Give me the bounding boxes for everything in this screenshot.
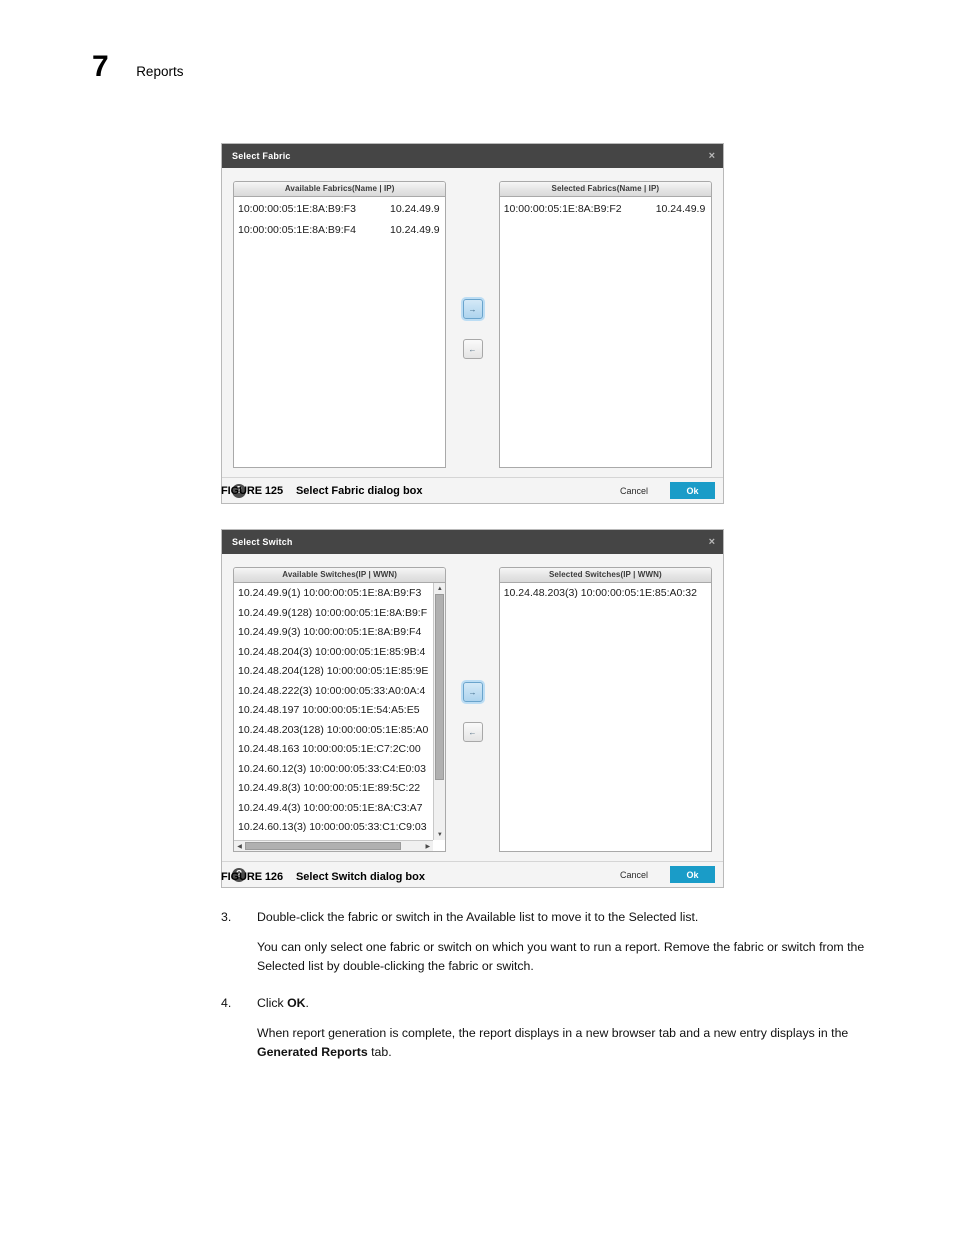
paragraph-before: When report generation is complete, the … (257, 1026, 849, 1041)
list-item[interactable]: 10.24.49.9(3) 10:00:00:05:1E:8A:B9:F4 (238, 623, 433, 643)
available-fabrics-header: Available Fabrics(Name | IP) (234, 182, 446, 197)
move-right-button[interactable]: → (462, 682, 483, 702)
fabric-ip: 10.24.49.9 (390, 224, 440, 236)
scroll-up-icon[interactable]: ▲ (434, 583, 446, 594)
dialog-title: Select Switch (232, 537, 293, 547)
step-text-before: Click (257, 996, 288, 1011)
step-number: 3. (221, 910, 232, 924)
move-left-button[interactable]: ← (462, 339, 483, 359)
dialog-title: Select Fabric (232, 151, 291, 161)
figure-label: FIGURE 126 (221, 871, 283, 883)
horizontal-scroll-thumb[interactable] (245, 842, 402, 850)
list-item[interactable]: 10.24.49.9(1) 10:00:00:05:1E:8A:B9:F3 (238, 584, 433, 604)
list-item[interactable]: 10:00:00:05:1E:8A:B9:F3 10.24.49.9 (238, 199, 445, 220)
step-3-paragraph: You can only select one fabric or switch… (257, 940, 865, 974)
scroll-right-icon[interactable]: ▶ (422, 841, 433, 851)
scroll-left-icon[interactable]: ◀ (234, 841, 245, 851)
chapter-title: Reports (136, 64, 184, 79)
scroll-down-icon[interactable]: ▼ (434, 829, 446, 840)
chapter-number: 7 (92, 50, 109, 83)
paragraph-after: tab. (367, 1045, 392, 1060)
cancel-button[interactable]: Cancel (620, 870, 648, 880)
step-3: 3. Double-click the fabric or switch in … (221, 908, 871, 927)
available-fabrics-panel: Available Fabrics(Name | IP) 10:00:00:05… (233, 181, 447, 468)
ok-button[interactable]: Ok (670, 866, 715, 883)
dialog-body: Available Switches(IP | WWN) 10.24.49.9(… (222, 554, 723, 852)
page-header: 7 Reports (92, 52, 183, 82)
selected-switches-list[interactable]: 10.24.48.203(3) 10:00:00:05:1E:85:A0:32 (499, 583, 712, 851)
fabric-ip: 10.24.49.9 (655, 203, 706, 215)
vertical-scroll-thumb[interactable] (435, 594, 445, 780)
ok-button[interactable]: Ok (670, 482, 715, 499)
select-switch-dialog: Select Switch × Available Switches(IP | … (221, 529, 724, 888)
list-item[interactable]: 10.24.48.203(128) 10:00:00:05:1E:85:A0 (238, 721, 433, 741)
list-item[interactable]: 10:00:00:05:1E:8A:B9:F4 10.24.49.9 (238, 220, 445, 241)
dialog-titlebar: Select Switch × (222, 530, 723, 554)
step-text: Click OK. (257, 994, 871, 1013)
select-fabric-dialog: Select Fabric × Available Fabrics(Name |… (221, 143, 724, 504)
fabric-name: 10:00:00:05:1E:8A:B9:F4 (238, 224, 356, 236)
vertical-scrollbar[interactable]: ▲ ▼ (433, 583, 446, 840)
selected-fabrics-list[interactable]: 10:00:00:05:1E:8A:B9:F2 10.24.49.9 (499, 197, 712, 467)
available-fabrics-list[interactable]: 10:00:00:05:1E:8A:B9:F3 10.24.49.9 10:00… (234, 197, 446, 467)
list-item[interactable]: 10.24.60.12(3) 10:00:00:05:33:C4:E0:03 (238, 760, 433, 780)
fabric-name: 10:00:00:05:1E:8A:B9:F2 (503, 203, 622, 215)
fabric-name: 10:00:00:05:1E:8A:B9:F3 (238, 203, 356, 215)
paragraph-bold: Generated Reports (257, 1045, 368, 1060)
list-item[interactable]: 10.24.60.13(3) 10:00:00:05:33:C1:C9:03 (238, 818, 433, 838)
step-text: Double-click the fabric or switch in the… (257, 910, 699, 924)
list-item[interactable]: 10.24.49.4(3) 10:00:00:05:1E:8A:C3:A7 (238, 799, 433, 819)
step-number: 4. (221, 996, 232, 1011)
move-right-button[interactable]: → (462, 299, 483, 319)
selected-switches-header: Selected Switches(IP | WWN) (499, 568, 712, 583)
step-text-bold: OK (287, 996, 306, 1011)
move-left-button[interactable]: ← (462, 722, 483, 742)
step-4-paragraph: When report generation is complete, the … (257, 1024, 871, 1062)
list-item[interactable]: 10.24.49.9(128) 10:00:00:05:1E:8A:B9:F (238, 604, 433, 624)
selected-fabrics-header: Selected Fabrics(Name | IP) (499, 182, 712, 197)
dialog-titlebar: Select Fabric × (222, 144, 723, 168)
fabric-ip: 10.24.49.9 (390, 203, 440, 215)
step-text-after: . (305, 996, 309, 1011)
list-item[interactable]: 10.24.48.163 10:00:00:05:1E:C7:2C:00 (238, 740, 433, 760)
transfer-buttons: → ← (446, 567, 498, 742)
list-item[interactable]: 10.24.48.204(3) 10:00:00:05:1E:85:9B:4 (238, 643, 433, 663)
horizontal-scrollbar[interactable]: ◀ ▶ (234, 840, 434, 851)
selected-switches-panel: Selected Switches(IP | WWN) 10.24.48.203… (498, 567, 713, 852)
figure-label: FIGURE 125 (221, 485, 283, 497)
list-item[interactable]: 10.24.48.222(3) 10:00:00:05:33:A0:0A:4 (238, 682, 433, 702)
cancel-button[interactable]: Cancel (620, 486, 648, 496)
figure-text: Select Fabric dialog box (295, 485, 423, 497)
list-item[interactable]: 10.24.49.8(3) 10:00:00:05:1E:89:5C:22 (238, 779, 433, 799)
list-item[interactable]: 10.24.48.204(128) 10:00:00:05:1E:85:9E (238, 662, 433, 682)
selected-fabrics-panel: Selected Fabrics(Name | IP) 10:00:00:05:… (498, 181, 713, 468)
figure-caption-126: FIGURE 126 Select Switch dialog box (221, 871, 425, 883)
vertical-scroll-track[interactable] (434, 594, 446, 829)
horizontal-scroll-track[interactable] (245, 841, 422, 851)
transfer-buttons: → ← (446, 181, 498, 359)
dialog-body: Available Fabrics(Name | IP) 10:00:00:05… (222, 168, 723, 468)
close-icon[interactable]: × (709, 536, 715, 548)
figure-text: Select Switch dialog box (295, 871, 425, 883)
step-4: 4. Click OK. (221, 994, 871, 1013)
available-switches-list[interactable]: 10.24.49.9(1) 10:00:00:05:1E:8A:B9:F3 10… (234, 583, 446, 851)
list-item[interactable]: 10:00:00:05:1E:8A:B9:F2 10.24.49.9 (504, 199, 711, 220)
figure-caption-125: FIGURE 125 Select Fabric dialog box (221, 485, 423, 497)
list-item[interactable]: 10.24.48.203(3) 10:00:00:05:1E:85:A0:32 (504, 584, 711, 604)
steps-list: 3. Double-click the fabric or switch in … (221, 908, 871, 1080)
close-icon[interactable]: × (709, 150, 715, 162)
available-switches-panel: Available Switches(IP | WWN) 10.24.49.9(… (233, 567, 447, 852)
available-switches-header: Available Switches(IP | WWN) (234, 568, 446, 583)
list-item[interactable]: 10.24.48.197 10:00:00:05:1E:54:A5:E5 (238, 701, 433, 721)
